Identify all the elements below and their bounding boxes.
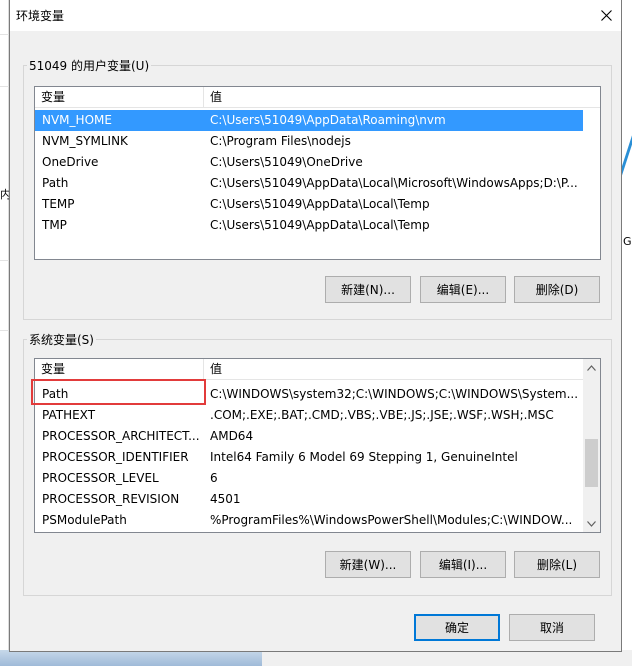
variable-name: TMP [42, 218, 67, 232]
close-button[interactable] [591, 0, 621, 31]
variable-name: NVM_SYMLINK [42, 134, 128, 148]
table-row[interactable]: PROCESSOR_ARCHITECT... AMD64 [35, 426, 253, 447]
window-title: 环境变量 [16, 9, 65, 23]
background-taskbar-strip [0, 650, 632, 666]
variable-value: 4501 [210, 492, 241, 506]
environment-variables-dialog: 环境变量 51049 的用户变量(U) 变量 值 NVM_HOME C:\Use… [9, 0, 622, 652]
variable-value: C:\Users\51049\OneDrive [210, 155, 363, 169]
title-bar[interactable]: 环境变量 [10, 0, 621, 31]
table-row[interactable]: TEMP C:\Users\51049\AppData\Local\Temp [35, 194, 430, 215]
column-header-name[interactable]: 变量 [35, 359, 204, 380]
variable-value: C:\Users\51049\AppData\Roaming\nvm [210, 113, 446, 127]
cancel-button[interactable]: 取消 [509, 614, 595, 641]
system-new-button[interactable]: 新建(W)... [325, 551, 411, 578]
variable-name: PATHEXT [42, 408, 96, 422]
variable-name: OneDrive [42, 155, 99, 169]
ok-button[interactable]: 确定 [414, 614, 500, 641]
background-text: G [623, 235, 632, 248]
background-panel [262, 650, 632, 666]
user-new-button[interactable]: 新建(N)... [325, 276, 411, 303]
system-variables-label: 系统变量(S) [29, 333, 94, 347]
background-window-left: 内 [0, 0, 11, 666]
variable-name: PSModulePath [42, 513, 127, 527]
column-header-value[interactable]: 值 [204, 359, 222, 380]
scrollbar-thumb[interactable] [585, 439, 598, 487]
table-row[interactable]: PSModulePath %ProgramFiles%\WindowsPower… [35, 510, 572, 531]
background-divider [0, 86, 9, 87]
variable-value: C:\Users\51049\AppData\Local\Microsoft\W… [210, 176, 578, 190]
list-header: 变量 值 [35, 359, 583, 380]
column-header-value[interactable]: 值 [204, 87, 222, 108]
background-window-right: G [614, 0, 632, 666]
system-delete-button[interactable]: 删除(L) [514, 551, 600, 578]
user-delete-button[interactable]: 删除(D) [514, 276, 600, 303]
chevron-down-icon [587, 520, 596, 527]
table-row[interactable]: OneDrive C:\Users\51049\OneDrive [35, 152, 363, 173]
scroll-down-button[interactable] [583, 515, 600, 532]
background-divider [0, 260, 9, 261]
annotation-highlight-box [31, 379, 206, 405]
variable-name: TEMP [42, 197, 75, 211]
background-divider [0, 34, 9, 35]
variable-value: C:\Users\51049\AppData\Local\Temp [210, 197, 430, 211]
table-row[interactable]: NVM_HOME C:\Users\51049\AppData\Roaming\… [35, 110, 583, 131]
variable-value: 6 [210, 471, 218, 485]
variable-name: PROCESSOR_LEVEL [42, 471, 159, 485]
variable-value: C:\Program Files\nodejs [210, 134, 351, 148]
chevron-up-icon [587, 364, 596, 371]
close-icon [600, 10, 612, 21]
variable-value: AMD64 [210, 429, 254, 443]
table-row[interactable]: Path C:\Users\51049\AppData\Local\Micros… [35, 173, 578, 194]
table-row[interactable]: PATHEXT .COM;.EXE;.BAT;.CMD;.VBS;.VBE;.J… [35, 405, 554, 426]
variable-value: C:\WINDOWS\system32;C:\WINDOWS;C:\WINDOW… [210, 387, 579, 401]
table-row[interactable]: TMP C:\Users\51049\AppData\Local\Temp [35, 215, 430, 236]
variable-name: NVM_HOME [42, 113, 112, 127]
variable-value: Intel64 Family 6 Model 69 Stepping 1, Ge… [210, 450, 518, 464]
table-row[interactable]: NVM_SYMLINK C:\Program Files\nodejs [35, 131, 351, 152]
variable-name: Path [42, 176, 69, 190]
user-variables-list[interactable]: 变量 值 NVM_HOME C:\Users\51049\AppData\Roa… [34, 86, 601, 260]
variable-value: .COM;.EXE;.BAT;.CMD;.VBS;.VBE;.JS;.JSE;.… [210, 408, 554, 422]
vertical-scrollbar[interactable] [583, 359, 600, 532]
list-header: 变量 值 [35, 87, 600, 108]
scroll-up-button[interactable] [583, 359, 600, 376]
table-row[interactable]: PROCESSOR_LEVEL 6 [35, 468, 218, 489]
column-header-name[interactable]: 变量 [35, 87, 204, 108]
variable-value: %ProgramFiles%\WindowsPowerShell\Modules… [210, 513, 573, 527]
user-variables-label: 51049 的用户变量(U) [29, 59, 150, 73]
table-row[interactable]: PROCESSOR_REVISION 4501 [35, 489, 241, 510]
variable-name: PROCESSOR_ARCHITECT... [42, 429, 200, 443]
background-divider [0, 330, 9, 331]
table-row[interactable]: PROCESSOR_IDENTIFIER Intel64 Family 6 Mo… [35, 447, 518, 468]
variable-value: C:\Users\51049\AppData\Local\Temp [210, 218, 430, 232]
user-edit-button[interactable]: 编辑(E)... [420, 276, 506, 303]
variable-name: PROCESSOR_REVISION [42, 492, 180, 506]
system-edit-button[interactable]: 编辑(I)... [420, 551, 506, 578]
variable-name: PROCESSOR_IDENTIFIER [42, 450, 189, 464]
